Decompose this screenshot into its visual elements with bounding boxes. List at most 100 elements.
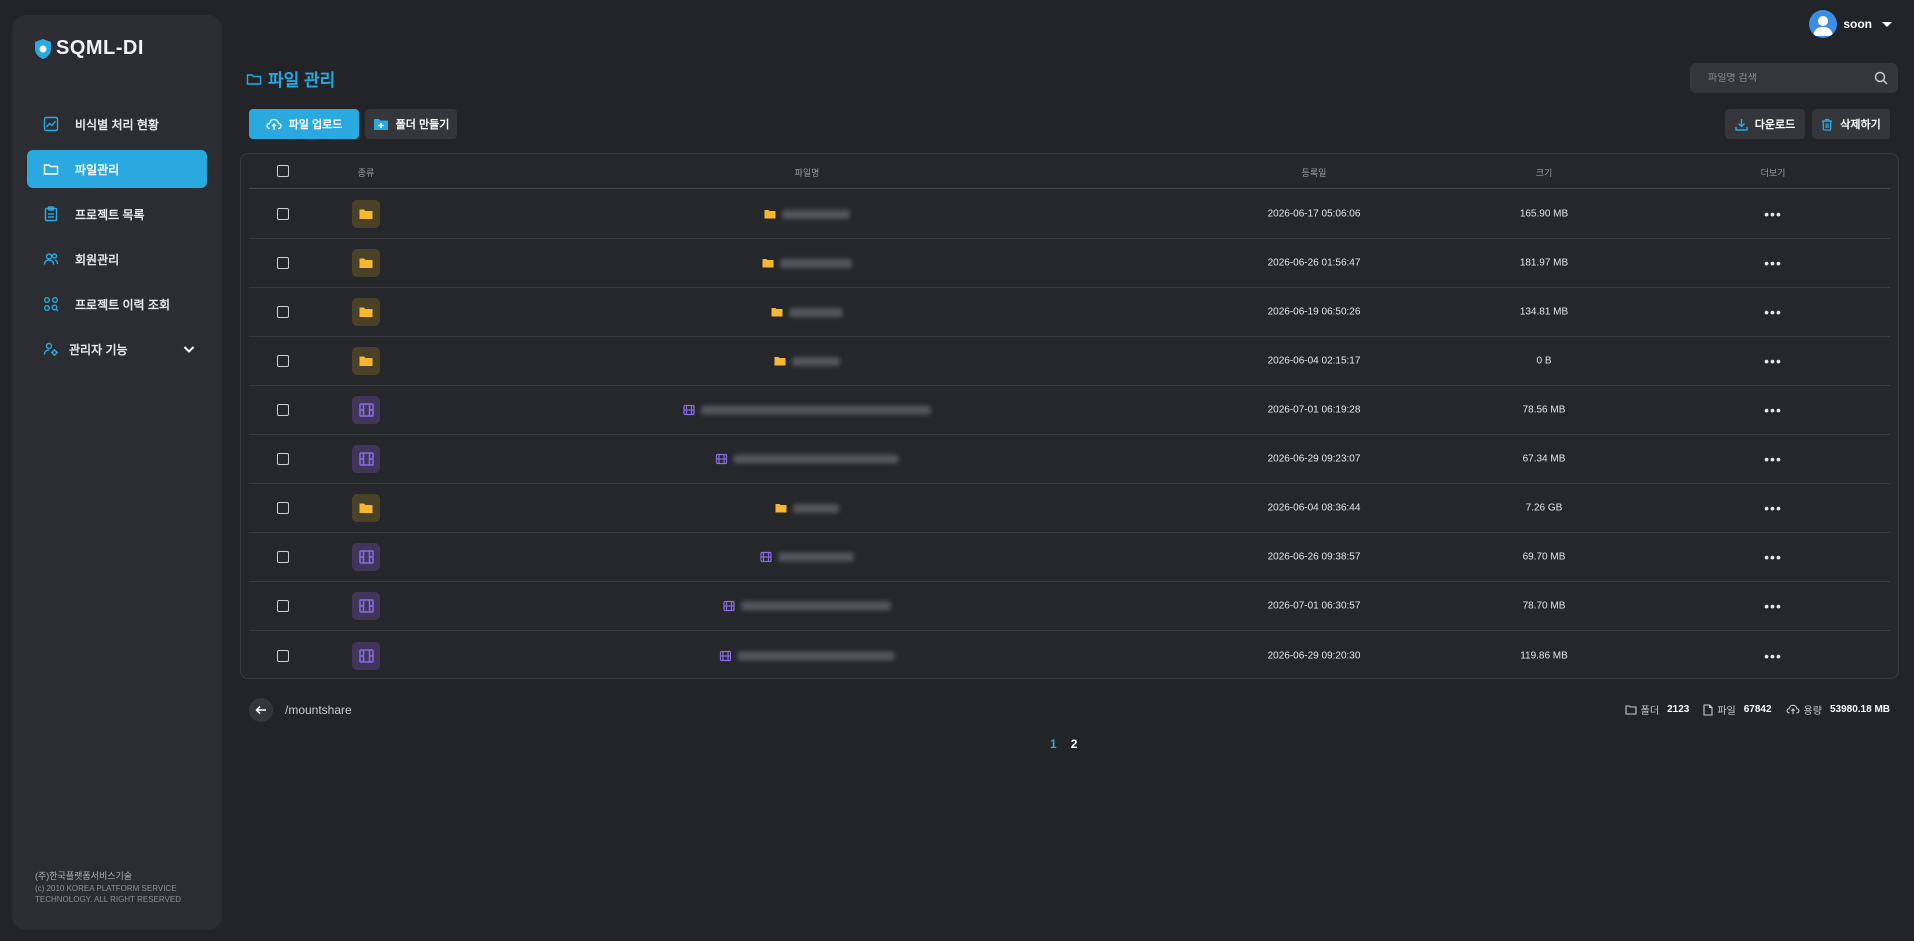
page-1[interactable]: 1 [1050,737,1057,751]
name-cell[interactable] [771,307,843,317]
name-cell[interactable] [719,650,895,661]
sidebar-item-label: 회원관리 [75,252,120,267]
table-row[interactable]: 2026-06-04 08:36:44 7.26 GB ••• [249,484,1890,533]
redacted-filename [741,601,891,611]
folder-type-badge [352,249,380,277]
redacted-filename [701,405,931,415]
table-row[interactable]: 2026-06-17 05:06:06 165.90 MB ••• [249,190,1890,239]
table-row[interactable]: 2026-06-29 09:23:07 67.34 MB ••• [249,435,1890,484]
sidebar-item-project-history[interactable]: 프로젝트 이력 조회 [27,285,207,323]
search-input[interactable] [1708,72,1874,84]
sidebar-item-member-management[interactable]: 회원관리 [27,240,207,278]
col-type[interactable]: 종류 [358,166,375,179]
page-title-text: 파일 관리 [268,71,336,90]
date-cell: 2026-06-04 02:15:17 [1267,355,1361,367]
more-options-icon[interactable]: ••• [1764,207,1782,221]
row-checkbox[interactable] [277,551,289,563]
folder-count: 폴더 2123 [1625,702,1690,717]
type-cell [352,543,380,571]
name-cell[interactable] [774,356,840,366]
row-checkbox[interactable] [277,600,289,612]
sidebar-item-deidentify-status[interactable]: 비식별 처리 현황 [27,105,207,143]
col-size[interactable]: 크기 [1536,166,1553,179]
copyright-line: (c) 2010 KOREA PLATFORM SERVICE [35,884,177,893]
app-logo[interactable]: SQML-DI [34,37,144,60]
row-checkbox[interactable] [277,404,289,416]
search-icon[interactable] [1874,71,1888,85]
select-all-checkbox[interactable] [277,165,289,177]
more-options-icon[interactable]: ••• [1764,256,1782,270]
row-checkbox[interactable] [277,453,289,465]
row-checkbox[interactable] [277,502,289,514]
new-folder-button[interactable]: 폴더 만들기 [365,109,457,139]
table-row[interactable]: 2026-06-26 01:56:47 181.97 MB ••• [249,239,1890,288]
type-cell [352,494,380,522]
col-name[interactable]: 파일명 [795,166,820,179]
upload-button[interactable]: 파일 업로드 [249,109,359,139]
row-checkbox-cell [277,649,289,662]
folder-icon [775,504,787,513]
more-options-icon[interactable]: ••• [1764,501,1782,515]
table-row[interactable]: 2026-06-19 06:50:26 134.81 MB ••• [249,288,1890,337]
film-icon [723,600,735,612]
date-cell: 2026-06-29 09:23:07 [1267,453,1361,465]
download-button-label: 다운로드 [1754,119,1796,131]
folder-icon [762,259,774,268]
video-type-badge [352,445,380,473]
file-count: 파일 67842 [1703,702,1772,717]
table-row[interactable]: 2026-07-01 06:19:28 78.56 MB ••• [249,386,1890,435]
size-cell: 67.34 MB [1522,453,1566,465]
film-icon [683,404,695,416]
row-checkbox[interactable] [277,208,289,220]
new-folder-button-label: 폴더 만들기 [395,119,450,131]
folder-icon [359,503,373,513]
name-cell[interactable] [683,404,931,416]
name-cell[interactable] [775,503,839,513]
sidebar-item-admin-features[interactable]: 관리자 기능 [27,330,207,368]
row-checkbox[interactable] [277,649,289,662]
folder-type-badge [352,494,380,522]
download-button[interactable]: 다운로드 [1725,109,1805,139]
col-date[interactable]: 등록일 [1302,166,1327,179]
table-row[interactable]: 2026-07-01 06:30:57 78.70 MB ••• [249,582,1890,631]
row-checkbox-cell [277,208,289,220]
folder-plus-icon [373,119,388,130]
film-icon [358,599,374,613]
page-2[interactable]: 2 [1071,737,1078,751]
name-cell[interactable] [760,551,854,563]
size-cell: 0 B [1536,355,1552,367]
current-path: /mountshare [285,703,352,717]
sidebar-nav: 비식별 처리 현황 파일관리 프로젝트 목록 회원관리 프로젝트 이력 조회 관… [27,105,207,375]
folder-type-badge [352,347,380,375]
type-cell [352,592,380,620]
more-options-icon[interactable]: ••• [1764,550,1782,564]
more-options-icon[interactable]: ••• [1764,305,1782,319]
row-checkbox[interactable] [277,355,289,367]
users-icon [43,253,59,265]
more-options-icon[interactable]: ••• [1764,649,1782,663]
more-options-icon[interactable]: ••• [1764,452,1782,466]
file-outline-icon [1703,703,1713,716]
name-cell[interactable] [762,258,852,268]
more-options-icon[interactable]: ••• [1764,599,1782,613]
more-cell: ••• [1764,501,1782,515]
back-button[interactable] [249,698,273,722]
col-more: 더보기 [1760,168,1786,178]
more-options-icon[interactable]: ••• [1764,354,1782,368]
sidebar-item-project-list[interactable]: 프로젝트 목록 [27,195,207,233]
table-row[interactable]: 2026-06-04 02:15:17 0 B ••• [249,337,1890,386]
name-cell[interactable] [723,600,891,612]
more-cell: ••• [1764,550,1782,564]
chevron-down-icon[interactable] [181,341,197,357]
row-checkbox[interactable] [277,257,289,269]
table-row[interactable]: 2026-06-26 09:38:57 69.70 MB ••• [249,533,1890,582]
more-options-icon[interactable]: ••• [1764,403,1782,417]
name-cell[interactable] [715,453,899,465]
name-cell[interactable] [764,209,850,219]
user-menu[interactable]: soon [1809,10,1892,38]
sidebar-item-file-management[interactable]: 파일관리 [27,150,207,188]
folder-count-value: 2123 [1667,704,1690,715]
row-checkbox[interactable] [277,306,289,318]
delete-button[interactable]: 삭제하기 [1812,109,1890,139]
table-row[interactable]: 2026-06-29 09:20:30 119.86 MB ••• [249,631,1890,680]
